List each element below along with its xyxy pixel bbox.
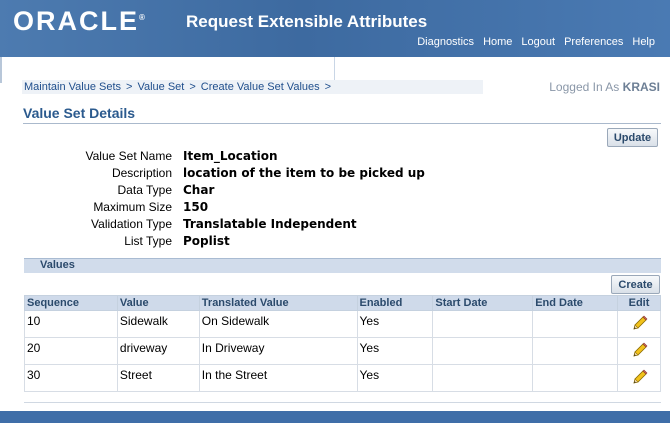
pencil-icon[interactable]: [630, 342, 648, 362]
update-button[interactable]: Update: [607, 128, 658, 147]
column-header-start-date[interactable]: Start Date: [432, 295, 534, 311]
logo-text: ORACLE: [13, 6, 139, 36]
cell-end-date: [532, 337, 619, 365]
cell-start-date: [432, 310, 534, 338]
column-header-sequence[interactable]: Sequence: [24, 295, 118, 311]
cell-enabled: Yes: [356, 337, 434, 365]
values-section-header: Values: [24, 258, 661, 273]
help-link[interactable]: Help: [632, 36, 655, 48]
cell-edit: [617, 337, 661, 365]
cell-sequence: 30: [24, 364, 118, 392]
cell-translated-value: In Driveway: [198, 337, 358, 365]
detail-value: Item_Location: [183, 149, 278, 163]
registered-mark: ®: [139, 13, 145, 22]
breadcrumb-value-set[interactable]: Value Set: [137, 81, 184, 93]
band-divider-mid: [334, 57, 335, 81]
detail-row-validation-type: Validation Type Translatable Independent: [0, 217, 470, 234]
cell-end-date: [532, 364, 619, 392]
breadcrumb: Maintain Value Sets > Value Set > Create…: [22, 80, 483, 94]
column-header-translated-value[interactable]: Translated Value: [198, 295, 358, 311]
app-title: Request Extensible Attributes: [186, 12, 428, 31]
detail-value: 150: [183, 200, 209, 214]
cell-sequence: 20: [24, 337, 118, 365]
detail-label: List Type: [124, 234, 172, 248]
column-header-edit: Edit: [617, 295, 661, 311]
page-title: Value Set Details: [23, 105, 136, 121]
cell-enabled: Yes: [356, 364, 434, 392]
detail-value: Poplist: [183, 234, 230, 248]
create-button[interactable]: Create: [611, 275, 660, 294]
cell-value: driveway: [116, 337, 200, 365]
cell-translated-value: In the Street: [198, 364, 358, 392]
cell-enabled: Yes: [356, 310, 434, 338]
detail-value: Char: [183, 183, 215, 197]
pencil-icon[interactable]: [630, 369, 648, 389]
cell-start-date: [432, 337, 534, 365]
detail-row-data-type: Data Type Char: [0, 183, 470, 200]
cell-sequence: 10: [24, 310, 118, 338]
detail-label: Data Type: [117, 183, 172, 197]
footer-band: [0, 411, 670, 423]
detail-row-list-type: List Type Poplist: [0, 234, 470, 251]
table-row: 10 Sidewalk On Sidewalk Yes: [24, 310, 661, 338]
cell-edit: [617, 310, 661, 338]
cell-end-date: [532, 310, 619, 338]
detail-label: Description: [111, 166, 172, 180]
diagnostics-link[interactable]: Diagnostics: [417, 36, 474, 48]
home-link[interactable]: Home: [483, 36, 512, 48]
logged-in-user: KRASI: [622, 80, 660, 94]
table-row: 20 driveway In Driveway Yes: [24, 337, 661, 365]
header-subband: [0, 57, 670, 82]
logged-in-label: Logged In As: [549, 80, 620, 94]
detail-row-description: Description location of the item to be p…: [0, 166, 470, 183]
table-row: 30 Street In the Street Yes: [24, 364, 661, 392]
detail-label: Value Set Name: [85, 149, 173, 163]
cell-translated-value: On Sidewalk: [198, 310, 358, 338]
global-links: Diagnostics Home Logout Preferences Help: [417, 36, 655, 48]
title-divider: [23, 123, 661, 124]
app-header: ORACLE® Request Extensible Attributes Di…: [0, 0, 670, 57]
logged-in-info: Logged In As KRASI: [549, 80, 660, 94]
detail-value: location of the item to be picked up: [183, 166, 425, 180]
detail-row-maximum-size: Maximum Size 150: [0, 200, 470, 217]
table-header-row: Sequence Value Translated Value Enabled …: [24, 295, 661, 311]
cell-value: Street: [116, 364, 200, 392]
detail-row-value-set-name: Value Set Name Item_Location: [0, 149, 470, 166]
breadcrumb-separator: >: [189, 81, 196, 93]
cell-start-date: [432, 364, 534, 392]
band-divider-left: [0, 57, 2, 83]
column-header-value[interactable]: Value: [116, 295, 200, 311]
preferences-link[interactable]: Preferences: [564, 36, 623, 48]
breadcrumb-separator: >: [126, 81, 133, 93]
logout-link[interactable]: Logout: [521, 36, 555, 48]
cell-edit: [617, 364, 661, 392]
values-table: Sequence Value Translated Value Enabled …: [24, 295, 661, 392]
oracle-logo: ORACLE®: [13, 6, 145, 37]
footer-divider: [24, 402, 661, 403]
breadcrumb-create-value-set-values[interactable]: Create Value Set Values: [201, 81, 320, 93]
column-header-enabled[interactable]: Enabled: [356, 295, 434, 311]
detail-value: Translatable Independent: [183, 217, 357, 231]
column-header-end-date[interactable]: End Date: [532, 295, 619, 311]
pencil-icon[interactable]: [630, 315, 648, 335]
detail-label: Maximum Size: [93, 200, 172, 214]
values-section-title: Values: [40, 259, 75, 271]
breadcrumb-separator: >: [324, 81, 332, 93]
breadcrumb-maintain-value-sets[interactable]: Maintain Value Sets: [24, 81, 121, 93]
detail-label: Validation Type: [91, 217, 172, 231]
cell-value: Sidewalk: [116, 310, 200, 338]
